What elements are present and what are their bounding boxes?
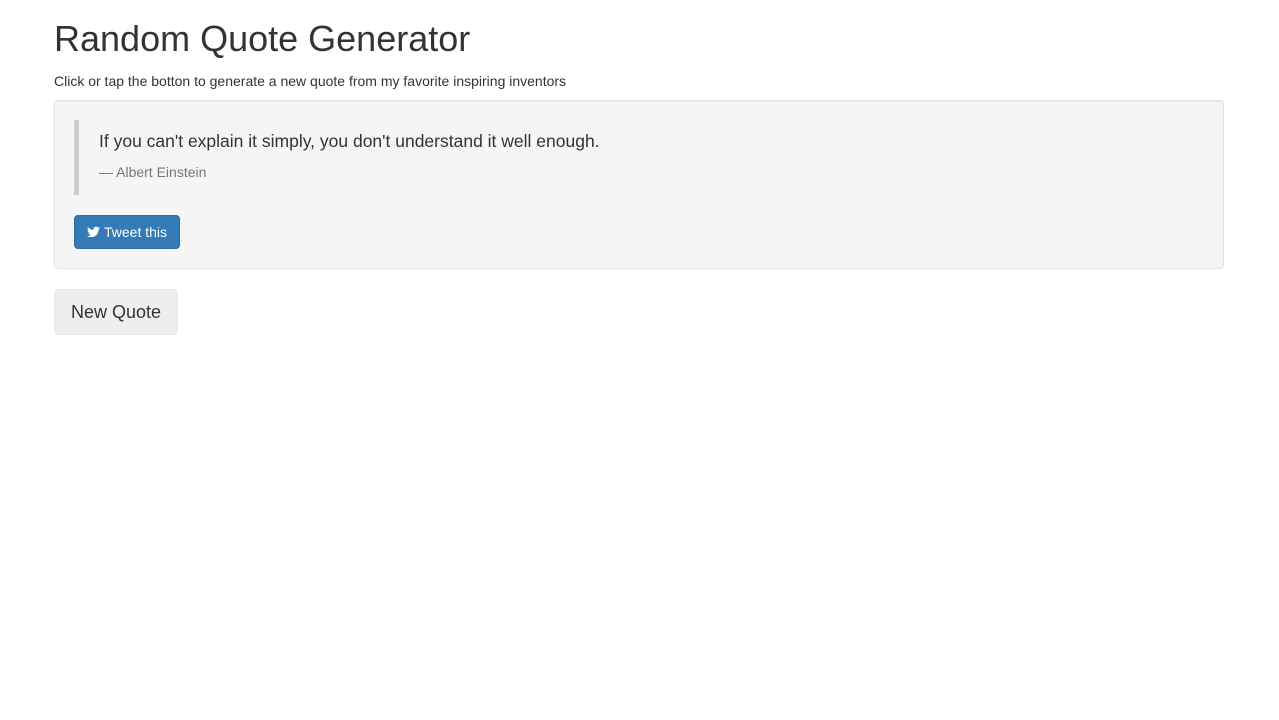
tweet-button-label: Tweet this — [104, 224, 168, 240]
page-container: Random Quote Generator Click or tap the … — [54, 0, 1224, 335]
quote-text[interactable]: If you can't explain it simply, you don'… — [99, 130, 1184, 152]
tweet-button[interactable]: Tweet this — [74, 215, 181, 249]
quote-author: — Albert Einstein — [99, 164, 207, 180]
quote-blockquote: If you can't explain it simply, you don'… — [74, 120, 1204, 195]
quote-card: If you can't explain it simply, you don'… — [54, 100, 1224, 269]
twitter-icon — [87, 226, 100, 238]
page-subtitle: Click or tap the botton to generate a ne… — [54, 73, 567, 89]
new-quote-button[interactable]: New Quote — [54, 289, 179, 335]
page-title: Random Quote Generator — [54, 18, 471, 59]
